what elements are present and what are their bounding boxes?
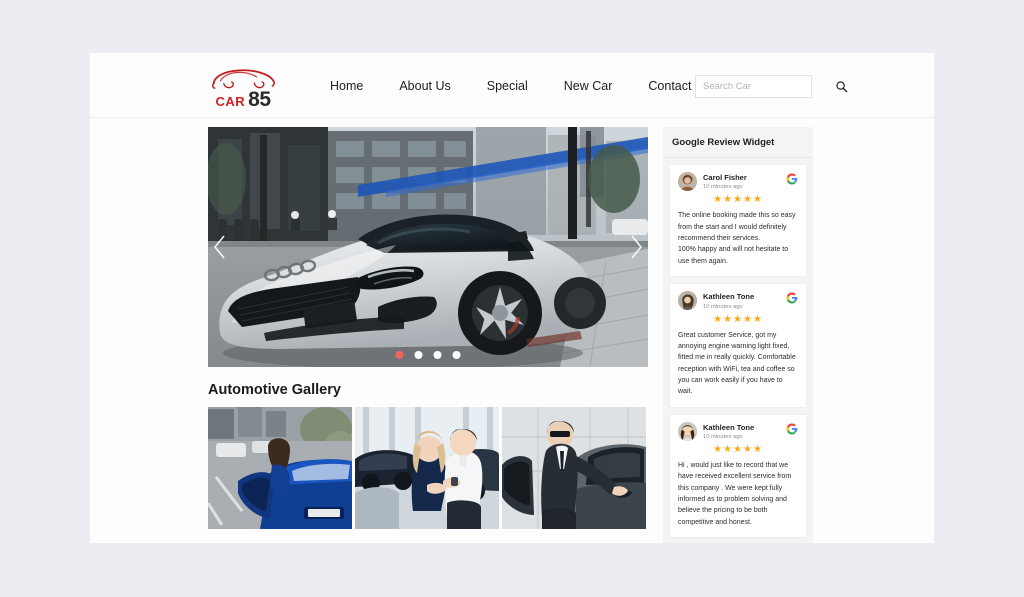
review-text: Great customer Service, got my annoying …: [678, 331, 796, 396]
review-header: Carol Fisher 10 minutes ago: [678, 172, 798, 191]
gallery-item-3[interactable]: [502, 407, 646, 529]
carousel-next-arrow[interactable]: [628, 233, 644, 261]
reviewer-meta: Kathleen Tone 10 minutes ago: [703, 291, 780, 310]
search-icon[interactable]: [835, 80, 848, 93]
review-header: Kathleen Tone 10 minutes ago: [678, 291, 798, 311]
brand-logo[interactable]: CAR 85: [208, 62, 278, 110]
page-body: Automotive Gallery Google Review Widget …: [90, 118, 934, 543]
avatar: [678, 172, 697, 191]
nav-item-home[interactable]: Home: [330, 79, 363, 93]
review-text: The online booking made this so easy fro…: [678, 212, 796, 265]
review-timestamp: 10 minutes ago: [703, 303, 743, 310]
google-review-widget: Google Review Widget Carol Fisher 10 min…: [663, 127, 813, 543]
rating-stars: ★★★★★: [713, 194, 763, 206]
gallery-image-woman-blue-car: [208, 407, 352, 529]
brand-text-number: 85: [248, 88, 271, 111]
rating-stars: ★★★★★: [713, 444, 763, 456]
reviewer-meta: Kathleen Tone 10 minutes ago: [703, 422, 780, 441]
avatar-image: [678, 291, 697, 311]
nav-item-special[interactable]: Special: [487, 79, 528, 93]
hero-car-image: [208, 127, 648, 367]
main-navigation: Home About Us Special New Car Contact Us: [330, 53, 710, 118]
reviewer-name: Carol Fisher: [703, 173, 747, 182]
review-text: Hi , would just like to record that we h…: [678, 462, 792, 526]
gallery-title: Automotive Gallery: [208, 382, 341, 398]
carousel-dot-4[interactable]: [452, 351, 461, 359]
brand-text-car: CAR: [215, 94, 246, 109]
gallery-item-1[interactable]: [208, 407, 352, 529]
review-header: Kathleen Tone 10 minutes ago: [678, 421, 798, 441]
avatar: [678, 291, 697, 311]
reviewer-name: Kathleen Tone: [703, 292, 755, 302]
carousel-dot-1[interactable]: [395, 351, 404, 359]
search-box[interactable]: [695, 75, 848, 98]
avatar-image: [678, 421, 697, 441]
hero-carousel[interactable]: [208, 127, 648, 367]
review-card[interactable]: Carol Fisher 10 minutes ago ★★★★★ The on…: [669, 164, 807, 278]
carousel-dot-2[interactable]: [414, 351, 423, 359]
google-g-icon: [786, 173, 798, 185]
site-header: CAR 85 Home About Us Special New Car Con…: [90, 53, 934, 118]
gallery-item-2[interactable]: [355, 407, 499, 529]
gallery-row: [208, 407, 655, 529]
widget-title: Google Review Widget: [663, 127, 813, 158]
nav-item-new-car[interactable]: New Car: [564, 79, 613, 93]
review-card[interactable]: Kathleen Tone 10 minutes ago ★★★★★ Hi , …: [669, 413, 807, 539]
content-column: Automotive Gallery: [90, 127, 655, 543]
avatar-image: [678, 172, 697, 191]
reviewer-name: Kathleen Tone: [703, 422, 755, 432]
carousel-dots: [395, 351, 461, 359]
google-g-icon: [786, 423, 798, 435]
review-timestamp: 10 minutes ago: [703, 433, 743, 440]
gallery-image-couple-showroom: [355, 407, 499, 529]
site-page-card: CAR 85 Home About Us Special New Car Con…: [90, 53, 934, 543]
review-list[interactable]: Carol Fisher 10 minutes ago ★★★★★ The on…: [663, 158, 813, 543]
review-card[interactable]: Kathleen Tone 10 minutes ago ★★★★★ Great…: [669, 283, 807, 408]
carousel-dot-3[interactable]: [433, 351, 442, 359]
review-timestamp: 10 minutes ago: [703, 184, 743, 191]
carousel-prev-arrow[interactable]: [212, 233, 228, 261]
google-g-icon: [786, 292, 798, 304]
reviewer-meta: Carol Fisher 10 minutes ago: [703, 172, 780, 191]
gallery-image-man-suit-car: [502, 407, 646, 529]
avatar: [678, 421, 697, 441]
search-input[interactable]: [703, 81, 835, 92]
nav-item-about-us[interactable]: About Us: [399, 79, 450, 93]
rating-stars: ★★★★★: [713, 313, 763, 325]
